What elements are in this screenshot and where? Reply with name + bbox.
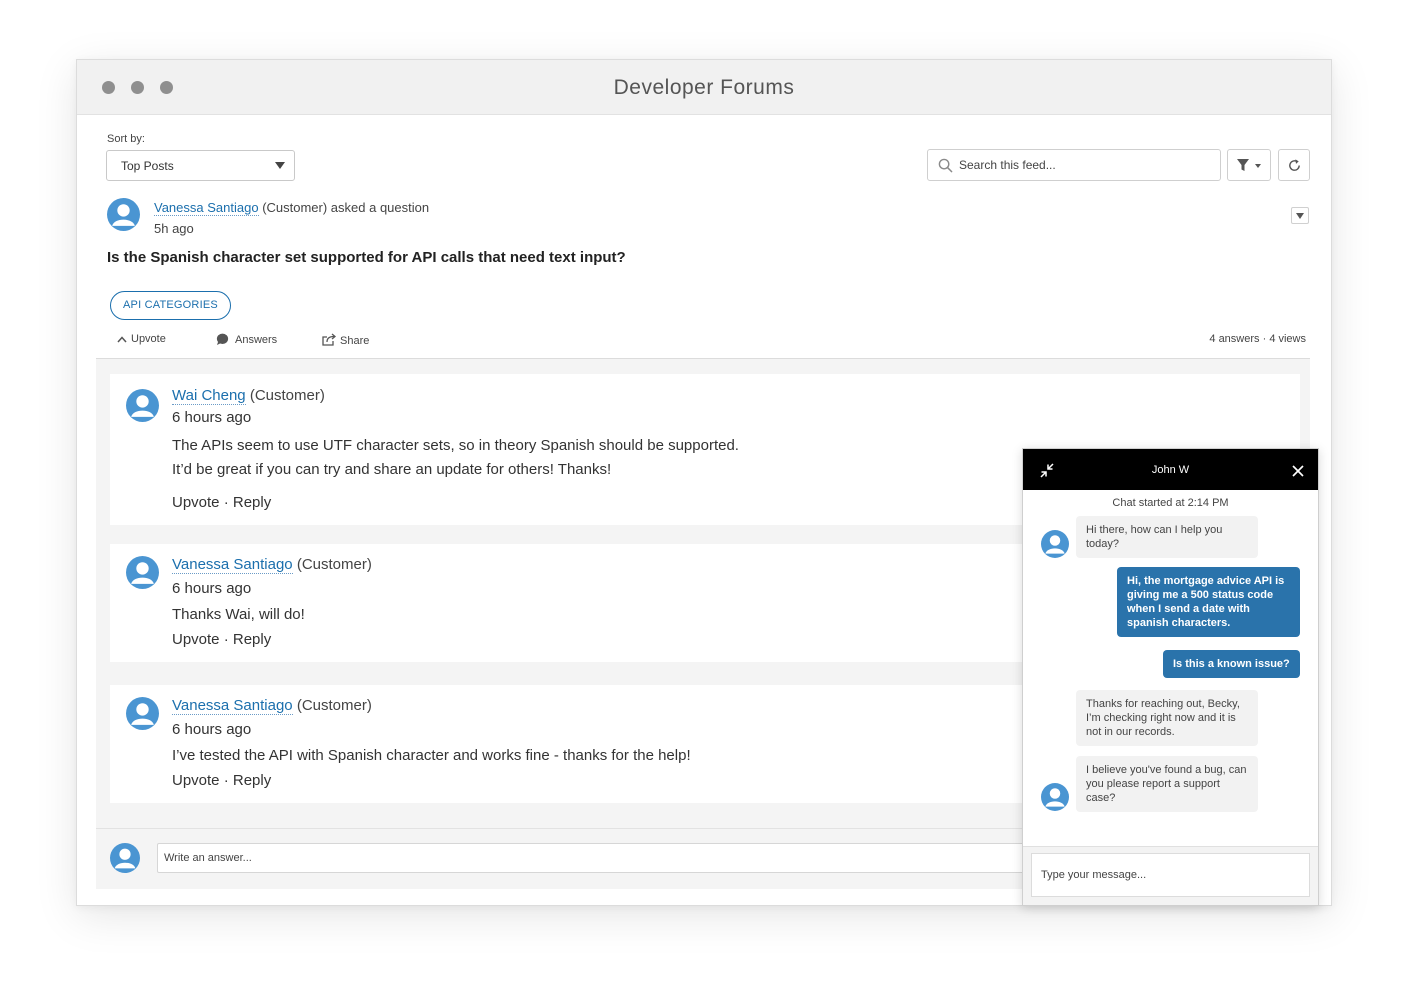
answer-author-link[interactable]: Vanessa Santiago (172, 697, 293, 715)
question-title: Is the Spanish character set supported f… (107, 249, 626, 266)
answer-text-line: The APIs seem to use UTF character sets,… (172, 437, 739, 454)
share-icon (322, 333, 337, 346)
answer-count: 4 answers (1209, 333, 1260, 345)
answer-actions: Upvote · Reply (172, 494, 271, 511)
chat-message-user: Is this a known issue? (1163, 650, 1300, 678)
post-author-role: (Customer) asked a question (262, 200, 430, 215)
user-avatar-icon (114, 848, 136, 869)
post-time: 5h ago (154, 221, 194, 236)
avatar (1041, 530, 1069, 558)
chat-started-notice: Chat started at 2:14 PM (1112, 497, 1229, 509)
chevron-up-icon (117, 336, 127, 343)
answers-action[interactable]: Answers (216, 333, 277, 346)
chat-message-agent: Hi there, how can I help you today? (1076, 516, 1258, 558)
chat-message-input[interactable]: Type your message... (1031, 853, 1310, 897)
answers-label: Answers (235, 334, 278, 346)
chevron-down-icon (1296, 213, 1304, 219)
avatar[interactable] (107, 198, 140, 231)
answer-input[interactable]: Write an answer... (157, 843, 1057, 873)
chat-message-user: Hi, the mortgage advice API is giving me… (1117, 567, 1300, 637)
answer-author-line: Vanessa Santiago (Customer) (172, 697, 372, 715)
topic-tag[interactable]: API CATEGORIES (110, 291, 231, 320)
user-avatar-icon (131, 703, 154, 725)
share-label: Share (340, 335, 370, 347)
chat-agent-name: John W (1151, 464, 1190, 476)
answer-upvote-link[interactable]: Upvote (172, 494, 220, 511)
avatar[interactable] (126, 389, 159, 422)
answer-author-link[interactable]: Wai Cheng (172, 387, 246, 405)
answer-author-line: Wai Cheng (Customer) (172, 387, 325, 405)
chat-message-agent: Thanks for reaching out, Becky, I’m chec… (1076, 690, 1258, 746)
answer-reply-link[interactable]: · Reply (224, 631, 272, 648)
answer-author-link[interactable]: Vanessa Santiago (172, 556, 293, 574)
answer-time: 6 hours ago (172, 409, 252, 426)
answer-author-role: (Customer) (296, 556, 372, 573)
answer-text-line: Thanks Wai, will do! (172, 606, 305, 623)
post-author-line: Vanessa Santiago (Customer) asked a ques… (154, 200, 430, 216)
search-icon (938, 158, 953, 173)
close-icon[interactable] (1292, 465, 1304, 477)
answer-time: 6 hours ago (172, 580, 252, 597)
answer-text-line: It’d be great if you can try and share a… (172, 461, 612, 478)
answer-actions: Upvote · Reply (172, 772, 271, 789)
post-author-link[interactable]: Vanessa Santiago (154, 200, 259, 216)
answer-upvote-link[interactable]: Upvote (172, 631, 220, 648)
answer-reply-link[interactable]: · Reply (224, 494, 272, 511)
user-avatar-icon (112, 204, 135, 226)
filter-icon (1237, 159, 1261, 171)
chat-footer: Type your message... (1023, 846, 1318, 905)
answer-author-role: (Customer) (296, 697, 372, 714)
user-avatar-icon (131, 562, 154, 584)
user-avatar-icon (131, 395, 154, 417)
window-title: Developer Forums (613, 76, 795, 99)
user-avatar-icon (1045, 788, 1065, 807)
post-menu-button[interactable] (1291, 207, 1309, 224)
answer-text-line: I’ve tested the API with Spanish charact… (172, 747, 691, 764)
filter-button[interactable] (1227, 149, 1271, 181)
chat-widget: John W Chat started at 2:14 PM Hi there,… (1022, 448, 1319, 906)
chat-header: John W (1023, 449, 1318, 490)
sort-value: Top Posts (121, 159, 174, 173)
title-bar: Developer Forums (77, 60, 1331, 115)
avatar[interactable] (126, 697, 159, 730)
avatar[interactable] (110, 843, 140, 873)
sort-select[interactable]: Top Posts (106, 150, 295, 181)
avatar[interactable] (126, 556, 159, 589)
answer-author-line: Vanessa Santiago (Customer) (172, 556, 372, 574)
post-stats: 4 answers · 4 views (1209, 333, 1306, 345)
chat-message-agent: I believe you've found a bug, can you pl… (1076, 756, 1258, 812)
answer-author-role: (Customer) (249, 387, 325, 404)
answer-actions: Upvote · Reply (172, 631, 271, 648)
chevron-down-icon (275, 162, 285, 169)
search-input[interactable]: Search this feed... (927, 149, 1221, 181)
view-count: · 4 views (1262, 333, 1306, 345)
search-placeholder: Search this feed... (959, 158, 1056, 172)
avatar (1041, 783, 1069, 811)
answer-upvote-link[interactable]: Upvote (172, 772, 220, 789)
answer-reply-link[interactable]: · Reply (224, 772, 272, 789)
user-avatar-icon (1045, 535, 1065, 554)
share-action[interactable]: Share (322, 333, 369, 347)
answer-time: 6 hours ago (172, 721, 252, 738)
upvote-label: Upvote (131, 333, 166, 345)
refresh-button[interactable] (1278, 149, 1310, 181)
comment-icon (216, 333, 229, 345)
sort-label: Sort by: (107, 133, 145, 145)
refresh-icon (1289, 159, 1300, 171)
upvote-action[interactable]: Upvote (117, 333, 166, 345)
